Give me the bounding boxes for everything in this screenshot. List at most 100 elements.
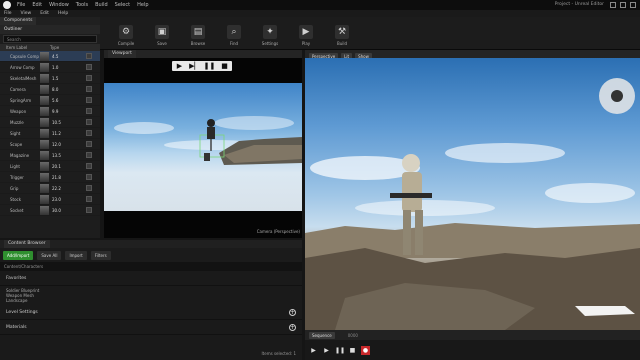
sequence-label[interactable]: Sequence [309, 331, 335, 339]
timecode: 0000 [347, 332, 358, 338]
content-path-bar[interactable]: Content/Characters [0, 262, 302, 271]
visibility-checkbox[interactable] [86, 108, 92, 114]
outliner-row[interactable]: Arrow Comp 1.0 [0, 62, 100, 73]
favorites-list: Soldier Blueprint Weapon Mesh Landscape [0, 286, 302, 305]
menu-tools[interactable]: Tools [76, 2, 88, 8]
visibility-checkbox[interactable] [86, 141, 92, 147]
outliner-row[interactable]: SkeletalMesh 1.5 [0, 73, 100, 84]
toolbar-label: Settings [261, 41, 279, 46]
menu2-file[interactable]: File [4, 11, 12, 16]
visibility-checkbox[interactable] [86, 207, 92, 213]
play-icon[interactable]: ▶ [172, 61, 187, 71]
menu2-view[interactable]: View [21, 11, 32, 16]
visibility-checkbox[interactable] [86, 174, 92, 180]
menu-help[interactable]: Help [137, 2, 148, 8]
visibility-checkbox[interactable] [86, 185, 92, 191]
menu-window[interactable]: Window [49, 2, 69, 8]
visibility-checkbox[interactable] [86, 196, 92, 202]
toolbar-play-button[interactable]: ▶ Play [290, 20, 322, 46]
outliner-row-name: Magazine [10, 152, 30, 158]
stop-icon[interactable]: ■ [348, 346, 357, 355]
outliner-row[interactable]: Light 20.1 [0, 161, 100, 172]
toolbar-browse-button[interactable]: ▤ Browse [182, 20, 214, 46]
outliner-row[interactable]: Muzzle 10.5 [0, 117, 100, 128]
level-viewport[interactable] [305, 58, 640, 330]
filters-button[interactable]: Filters [90, 250, 111, 260]
record-icon[interactable]: ● [361, 345, 370, 355]
outliner-row[interactable]: Stock 23.0 [0, 194, 100, 205]
close-button[interactable] [630, 2, 636, 8]
mesh-thumbnail-icon [40, 95, 49, 105]
pause-icon[interactable]: ❚❚ [335, 346, 345, 355]
outliner-row[interactable]: Grip 22.2 [0, 183, 100, 194]
minimize-button[interactable] [610, 2, 616, 8]
list-item[interactable]: Landscape [6, 298, 296, 303]
outliner-row[interactable]: Scope 12.0 [0, 139, 100, 150]
outliner-row-name: Camera [10, 86, 26, 92]
outliner-row[interactable]: Weapon 9.9 [0, 106, 100, 117]
visibility-checkbox[interactable] [86, 64, 92, 70]
content-body: Favorites Soldier Blueprint Weapon Mesh … [0, 271, 302, 360]
section-level-settings[interactable]: Level Settings + [0, 305, 302, 320]
header-type[interactable]: Type [50, 45, 59, 50]
outliner-row[interactable]: SpringArm 5.6 [0, 95, 100, 106]
toolbar-save-button[interactable]: ▣ Save [146, 20, 178, 46]
visibility-checkbox[interactable] [86, 130, 92, 136]
outliner-row[interactable]: Camera 8.0 [0, 84, 100, 95]
visibility-checkbox[interactable] [86, 97, 92, 103]
toolbar-settings-button[interactable]: ✦ Settings [254, 20, 286, 46]
visibility-checkbox[interactable] [86, 163, 92, 169]
add-icon[interactable]: + [289, 308, 296, 316]
toolbar-find-button[interactable]: ⌕ Find [218, 20, 250, 46]
outliner-row-name: Trigger [10, 174, 24, 180]
visibility-checkbox[interactable] [86, 86, 92, 92]
toolbar-build-button[interactable]: ⚒ Build [326, 20, 358, 46]
gear-icon: ✦ [263, 25, 277, 39]
outliner-search-input[interactable]: Search [3, 35, 97, 43]
save-all-button[interactable]: Save All [37, 250, 62, 260]
section-materials[interactable]: Materials + [0, 320, 302, 335]
visibility-checkbox[interactable] [86, 75, 92, 81]
toolbar-label: Save [157, 41, 167, 46]
status-bar: Items selected: 1 [261, 351, 296, 356]
outliner-row-name: SpringArm [10, 97, 32, 103]
pause-icon[interactable]: ❚❚ [202, 61, 217, 71]
mesh-thumbnail-icon [40, 139, 49, 149]
toolbar-compile-button[interactable]: ⚙ Compile [110, 20, 142, 46]
mesh-thumbnail-icon [40, 172, 49, 182]
outliner-row-name: SkeletalMesh [10, 75, 37, 81]
outliner-row[interactable]: Sight 11.2 [0, 128, 100, 139]
stop-icon[interactable]: ■ [217, 61, 232, 71]
visibility-checkbox[interactable] [86, 53, 92, 59]
next-frame-icon[interactable]: ▶▏ [187, 61, 202, 71]
outliner-row[interactable]: Trigger 21.8 [0, 172, 100, 183]
add-import-button[interactable]: Add/Import [3, 250, 34, 260]
menu2-help[interactable]: Help [58, 11, 68, 16]
preview-viewport[interactable] [104, 83, 302, 211]
unreal-logo-icon[interactable] [3, 1, 11, 9]
sequencer-timeline[interactable]: Sequence 0000 [305, 330, 640, 340]
outliner-row[interactable]: Socket 30.0 [0, 205, 100, 216]
menu2-edit[interactable]: Edit [40, 11, 49, 16]
preview-scene-art [114, 116, 302, 165]
section-favorites[interactable]: Favorites [0, 271, 302, 286]
outliner-row[interactable]: Capsule Comp 4.5 [0, 51, 100, 62]
maximize-button[interactable] [620, 2, 626, 8]
tab-content-browser[interactable]: Content Browser [4, 240, 50, 248]
menu-select[interactable]: Select [115, 2, 130, 8]
tab-viewport[interactable]: Viewport [108, 50, 136, 58]
outliner-row-name: Stock [10, 196, 22, 202]
import-button[interactable]: Import [65, 250, 87, 260]
menu-build[interactable]: Build [95, 2, 108, 8]
mesh-thumbnail-icon [40, 128, 49, 138]
menu-edit[interactable]: Edit [32, 2, 42, 8]
tab-components[interactable]: Components [0, 17, 37, 25]
visibility-checkbox[interactable] [86, 119, 92, 125]
header-label[interactable]: Item Label [6, 45, 50, 50]
play-icon[interactable]: ▶ [322, 346, 331, 355]
skip-back-icon[interactable]: ▶ [309, 346, 318, 355]
visibility-checkbox[interactable] [86, 152, 92, 158]
add-icon[interactable]: + [289, 323, 296, 331]
menu-file[interactable]: File [17, 2, 25, 8]
outliner-row[interactable]: Magazine 13.5 [0, 150, 100, 161]
